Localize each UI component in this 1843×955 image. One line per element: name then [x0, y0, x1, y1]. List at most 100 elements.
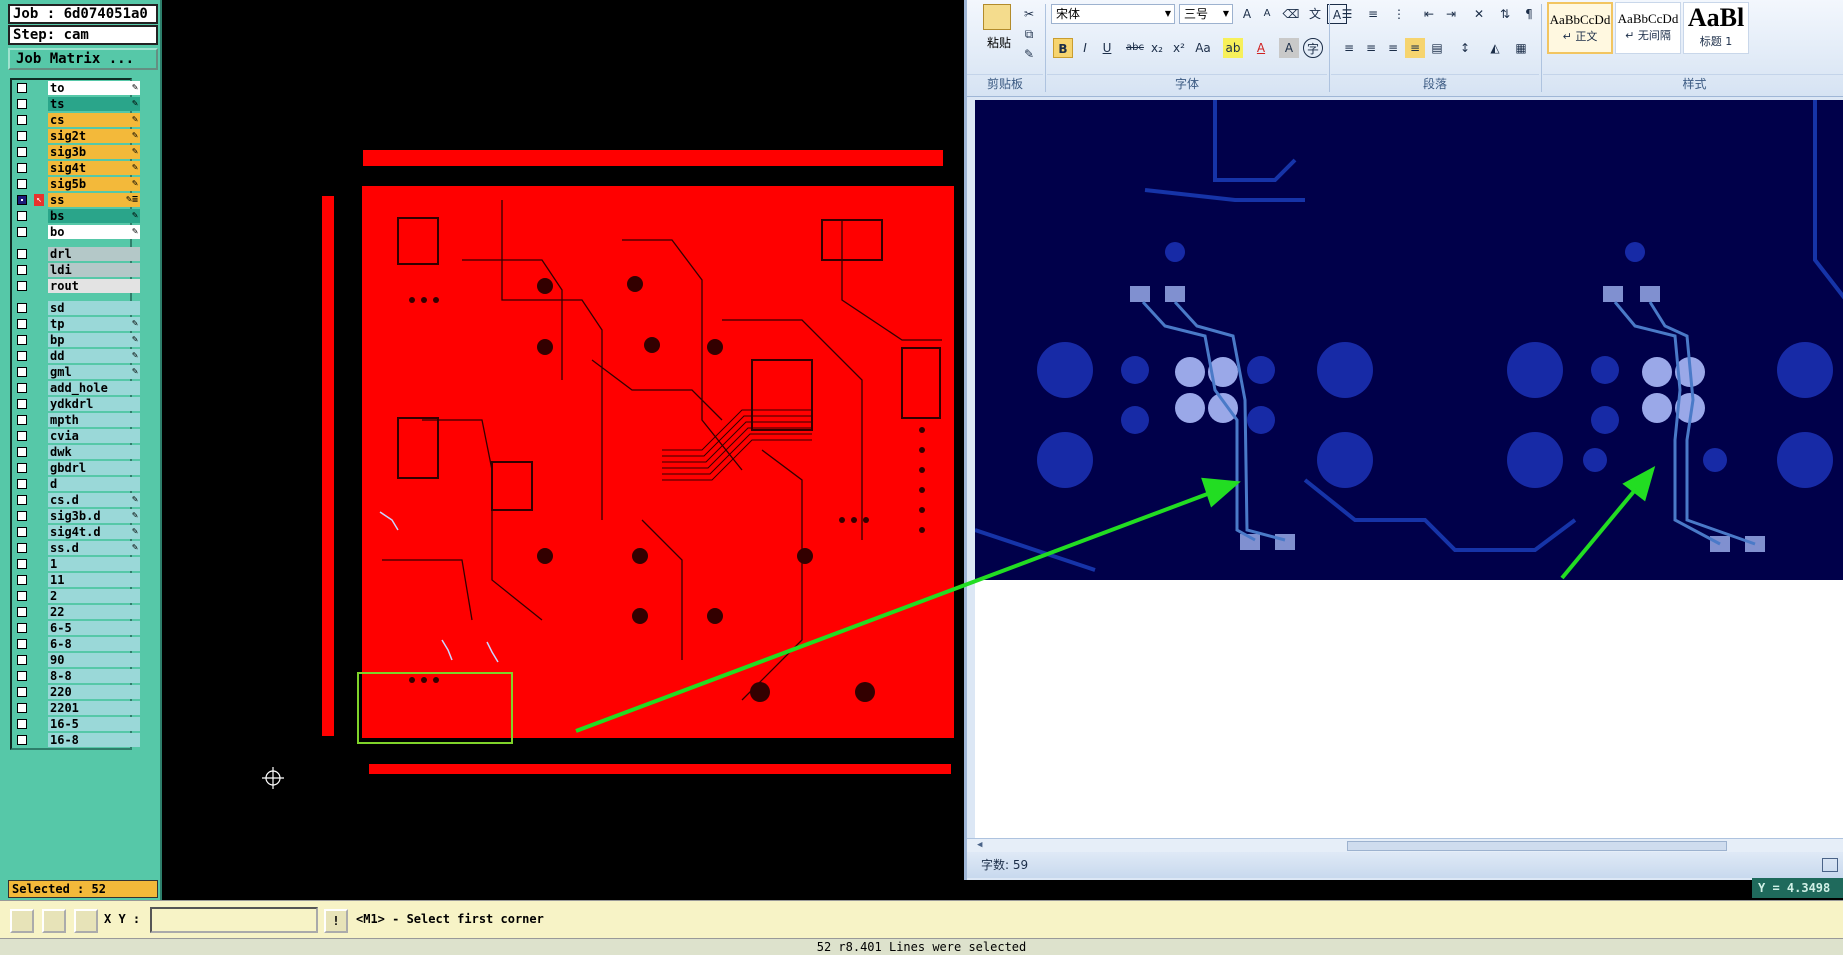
layer-row-ts[interactable]: ts ✎ — [12, 96, 140, 112]
layer-checkbox[interactable] — [17, 639, 27, 649]
align-left-icon[interactable]: ≡ — [1339, 38, 1359, 58]
layer-name[interactable]: cs ✎ — [48, 113, 140, 127]
layer-name[interactable]: d — [48, 477, 140, 491]
layer-row-cvia[interactable]: cvia — [12, 428, 140, 444]
layer-row-16-5[interactable]: 16-5 — [12, 716, 140, 732]
layer-name[interactable]: 16-5 — [48, 717, 140, 731]
layer-checkbox[interactable] — [17, 479, 27, 489]
measure-icon[interactable] — [42, 909, 66, 933]
layer-name[interactable]: rout — [48, 279, 140, 293]
layer-name[interactable]: 90 — [48, 653, 140, 667]
layer-row-dd[interactable]: dd ✎ — [12, 348, 140, 364]
layer-checkbox[interactable] — [17, 249, 27, 259]
layer-name[interactable]: ss.d ✎ — [48, 541, 140, 555]
layer-checkbox[interactable] — [17, 607, 27, 617]
decrease-indent-icon[interactable]: ⇤ — [1419, 4, 1439, 24]
layer-checkbox[interactable] — [17, 511, 27, 521]
layer-checkbox[interactable] — [17, 431, 27, 441]
sort-icon[interactable]: ⇅ — [1495, 4, 1515, 24]
layer-name[interactable]: 22 — [48, 605, 140, 619]
strikethrough-icon[interactable]: abc — [1125, 38, 1145, 58]
layer-row-sig3b.d[interactable]: sig3b.d ✎ — [12, 508, 140, 524]
change-case-icon[interactable]: Aa — [1193, 38, 1213, 58]
layer-row-mpth[interactable]: mpth — [12, 412, 140, 428]
layer-name[interactable]: 6-8 — [48, 637, 140, 651]
layer-checkbox[interactable] — [17, 83, 27, 93]
layer-row-90[interactable]: 90 — [12, 652, 140, 668]
layer-name[interactable]: sig3b.d ✎ — [48, 509, 140, 523]
layer-row-bo[interactable]: bo ✎ — [12, 224, 140, 240]
layer-checkbox[interactable] — [17, 367, 27, 377]
layer-name[interactable]: 11 — [48, 573, 140, 587]
layer-checkbox[interactable] — [17, 703, 27, 713]
layer-checkbox[interactable] — [17, 543, 27, 553]
layer-row-sd[interactable]: sd — [12, 300, 140, 316]
multilevel-list-icon[interactable]: ⋮ — [1389, 4, 1409, 24]
layer-row-220[interactable]: 220 — [12, 684, 140, 700]
layer-row-cs[interactable]: cs ✎ — [12, 112, 140, 128]
layer-name[interactable]: 2201 — [48, 701, 140, 715]
layer-name[interactable]: bp ✎ — [48, 333, 140, 347]
layer-row-bs[interactable]: bs ✎ — [12, 208, 140, 224]
layer-checkbox[interactable] — [17, 351, 27, 361]
layer-row-tp[interactable]: tp ✎ — [12, 316, 140, 332]
layer-row-d[interactable]: d — [12, 476, 140, 492]
justify-icon[interactable]: ≡ — [1405, 38, 1425, 58]
layer-name[interactable]: ydkdrl — [48, 397, 140, 411]
chinese-layout-icon[interactable]: ✕ — [1469, 4, 1489, 24]
layer-checkbox[interactable] — [17, 735, 27, 745]
clear-format-icon[interactable]: ⌫ — [1281, 4, 1301, 24]
layer-name[interactable]: to ✎ — [48, 81, 140, 95]
cut-icon[interactable]: ✂ — [1019, 4, 1039, 24]
layer-row-cs.d[interactable]: cs.d ✎ — [12, 492, 140, 508]
layer-checkbox[interactable] — [17, 463, 27, 473]
layer-name[interactable]: cs.d ✎ — [48, 493, 140, 507]
paste-icon[interactable] — [983, 4, 1011, 30]
layer-row-ldi[interactable]: ldi — [12, 262, 140, 278]
layer-name[interactable]: drl — [48, 247, 140, 261]
bullets-icon[interactable]: ☰ — [1337, 4, 1357, 24]
numbering-icon[interactable]: ≡ — [1363, 4, 1383, 24]
layer-checkbox[interactable] — [17, 163, 27, 173]
layer-row-sig4t.d[interactable]: sig4t.d ✎ — [12, 524, 140, 540]
layer-checkbox[interactable] — [17, 115, 27, 125]
font-size-select[interactable]: 三号 ▼ — [1179, 4, 1233, 24]
char-shading-icon[interactable]: A — [1279, 38, 1299, 58]
layer-checkbox[interactable] — [17, 671, 27, 681]
layer-name[interactable]: sig4t ✎ — [48, 161, 140, 175]
subscript-icon[interactable]: x₂ — [1147, 38, 1167, 58]
layer-checkbox[interactable] — [17, 559, 27, 569]
document-page[interactable] — [974, 100, 1843, 840]
select-mode-icon[interactable] — [10, 909, 34, 933]
print-layout-icon[interactable] — [1822, 858, 1838, 872]
layer-name[interactable]: 8-8 — [48, 669, 140, 683]
borders-icon[interactable]: ▦ — [1511, 38, 1531, 58]
layer-checkbox[interactable] — [17, 527, 27, 537]
bold-icon[interactable]: B — [1053, 38, 1073, 58]
layer-name[interactable]: ldi — [48, 263, 140, 277]
layer-row-8-8[interactable]: 8-8 — [12, 668, 140, 684]
layer-name[interactable]: cvia — [48, 429, 140, 443]
enclose-char-icon[interactable]: 字 — [1303, 38, 1323, 58]
snap-grid-icon[interactable] — [74, 909, 98, 933]
layer-name[interactable]: mpth — [48, 413, 140, 427]
layer-row-to[interactable]: to ✎ — [12, 80, 140, 96]
layer-row-sig5b[interactable]: sig5b ✎ — [12, 176, 140, 192]
line-spacing-icon[interactable]: ↕ — [1455, 38, 1475, 58]
layer-row-ss.d[interactable]: ss.d ✎ — [12, 540, 140, 556]
layer-checkbox[interactable] — [17, 131, 27, 141]
layer-name[interactable]: add_hole — [48, 381, 140, 395]
layer-checkbox[interactable] — [17, 719, 27, 729]
layer-checkbox[interactable] — [17, 303, 27, 313]
shrink-font-icon[interactable]: A — [1257, 4, 1277, 24]
phonetic-guide-icon[interactable]: 文 — [1305, 4, 1325, 24]
layer-name[interactable]: sig4t.d ✎ — [48, 525, 140, 539]
layer-name[interactable]: sig3b ✎ — [48, 145, 140, 159]
layer-row-dwk[interactable]: dwk — [12, 444, 140, 460]
layer-row-6-5[interactable]: 6-5 — [12, 620, 140, 636]
layer-checkbox[interactable] — [17, 281, 27, 291]
style-normal[interactable]: AaBbCcDd ↵ 正文 — [1547, 2, 1613, 54]
layer-name[interactable]: dwk — [48, 445, 140, 459]
layer-row-bp[interactable]: bp ✎ — [12, 332, 140, 348]
layer-row-22[interactable]: 22 — [12, 604, 140, 620]
